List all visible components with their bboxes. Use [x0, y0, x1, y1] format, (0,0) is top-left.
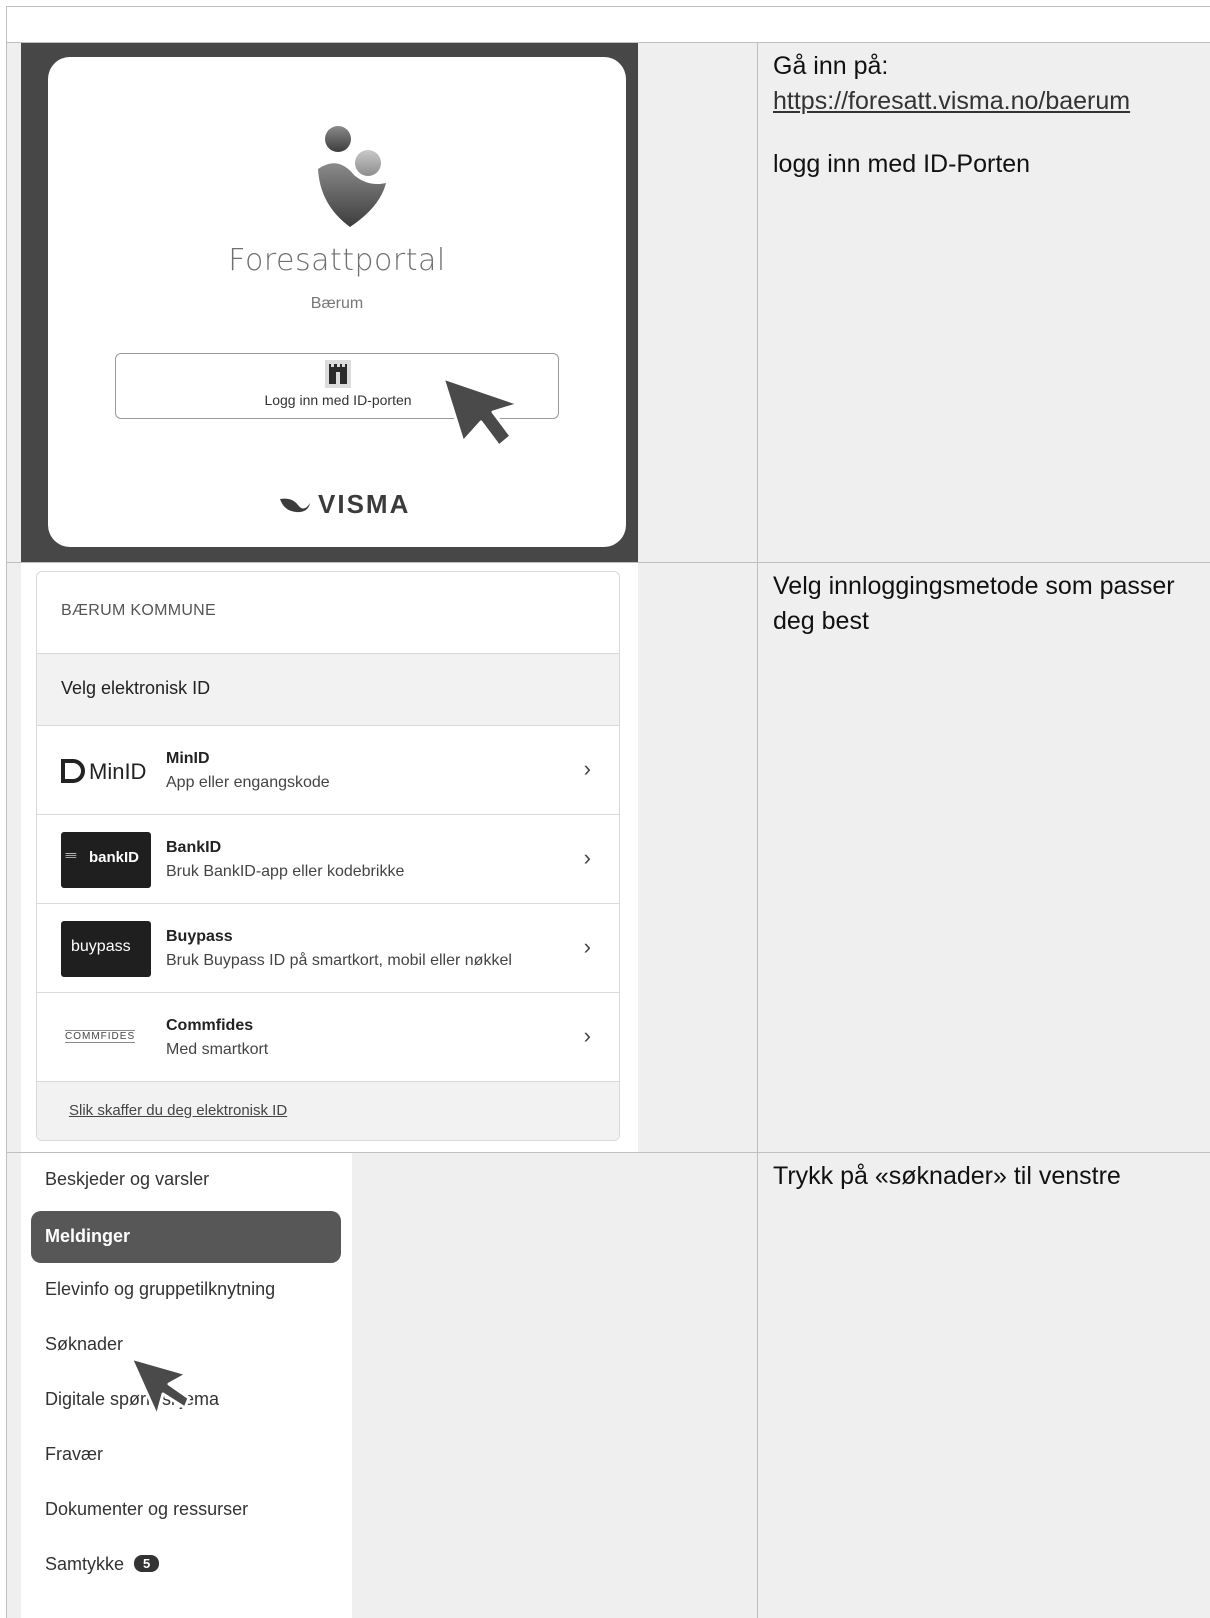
idporten-screenshot: BÆRUM KOMMUNE Velg elektronisk ID MinID …	[21, 563, 638, 1152]
instruction-cell: Gå inn på: https://foresatt.visma.no/bae…	[758, 43, 1210, 562]
screenshot-cell: BÆRUM KOMMUNE Velg elektronisk ID MinID …	[7, 563, 758, 1152]
sidebar-item-elevinfo[interactable]: Elevinfo og gruppetilknytning	[31, 1263, 341, 1317]
foresatt-link[interactable]: https://foresatt.visma.no/baerum	[773, 84, 1210, 119]
sidebar-item-meldinger[interactable]: Meldinger	[31, 1211, 341, 1263]
mouse-cursor-icon	[129, 1356, 191, 1418]
bankid-bars-icon: ≡≡	[65, 850, 77, 862]
mouse-cursor-icon	[441, 376, 521, 448]
table-row: Foresattportal Bærum Logg inn med ID-por…	[7, 43, 1210, 563]
id-selection-panel: BÆRUM KOMMUNE Velg elektronisk ID MinID …	[36, 571, 620, 1141]
eid-option-buypass[interactable]: buypass Buypass Bruk Buypass ID på smart…	[37, 904, 619, 993]
portal-subtitle: Bærum	[310, 295, 364, 312]
option-description: Bruk BankID-app eller kodebrikke	[166, 863, 405, 880]
instruction-text: logg inn med ID-Porten	[773, 150, 1031, 178]
option-name: Buypass	[166, 928, 233, 945]
visma-swoosh-icon	[280, 498, 310, 513]
chevron-right-icon: ›	[583, 1023, 591, 1048]
count-badge: 5	[134, 1555, 160, 1572]
municipality-header: BÆRUM KOMMUNE	[37, 572, 619, 654]
table-row: BÆRUM KOMMUNE Velg elektronisk ID MinID …	[7, 563, 1210, 1153]
option-description: App eller engangskode	[166, 774, 330, 791]
visma-wordmark: VISMA	[318, 489, 411, 519]
sidebar-item-fravaer[interactable]: Fravær	[31, 1428, 341, 1482]
chevron-right-icon: ›	[583, 934, 591, 959]
get-eid-link[interactable]: Slik skaffer du deg elektronisk ID	[69, 1102, 287, 1119]
sidebar-item-label: Samtykke	[45, 1554, 125, 1574]
sidebar-item-samtykke[interactable]: Samtykke 5	[31, 1538, 341, 1592]
instruction-table: Foresattportal Bærum Logg inn med ID-por…	[6, 6, 1210, 1618]
bankid-logo-text: bankID	[89, 849, 140, 866]
screenshot-cell: Foresattportal Bærum Logg inn med ID-por…	[7, 43, 758, 562]
table-row: Beskjeder og varsler Meldinger Elevinfo …	[7, 1153, 1210, 1618]
chevron-right-icon: ›	[583, 845, 591, 870]
idporten-icon	[325, 360, 351, 388]
instruction-cell: Velg innloggingsmetode som passer deg be…	[758, 563, 1210, 1152]
foresattportal-logo-icon	[318, 126, 386, 227]
option-name: MinID	[166, 750, 210, 767]
screenshot-cell: Beskjeder og varsler Meldinger Elevinfo …	[7, 1153, 758, 1618]
buypass-logo: buypass	[61, 921, 151, 977]
portal-title: Foresattportal	[228, 243, 446, 278]
chevron-right-icon: ›	[583, 756, 591, 781]
instruction-text: Velg innloggingsmetode som passer deg be…	[773, 572, 1175, 635]
commfides-logo: COMMFIDES	[61, 1010, 151, 1066]
instruction-cell: Trykk på «søknader» til venstre	[758, 1153, 1210, 1618]
eid-option-commfides[interactable]: COMMFIDES Commfides Med smartkort ›	[37, 993, 619, 1082]
table-header-row	[7, 7, 1210, 43]
sidebar-screenshot: Beskjeder og varsler Meldinger Elevinfo …	[21, 1153, 352, 1618]
login-card: Foresattportal Bærum Logg inn med ID-por…	[48, 57, 626, 547]
instruction-text: Trykk på «søknader» til venstre	[773, 1162, 1121, 1190]
option-description: Bruk Buypass ID på smartkort, mobil elle…	[166, 952, 512, 969]
option-description: Med smartkort	[166, 1041, 269, 1058]
foresattportal-screenshot: Foresattportal Bærum Logg inn med ID-por…	[21, 43, 638, 562]
commfides-logo-text: COMMFIDES	[65, 1030, 136, 1043]
buypass-logo-text: buypass	[71, 938, 131, 955]
bankid-logo: ≡≡ bankID	[61, 832, 151, 888]
option-name: BankID	[166, 839, 222, 856]
sidebar-item-dokumenter[interactable]: Dokumenter og ressurser	[31, 1483, 341, 1537]
minid-logo: MinID	[61, 743, 151, 799]
option-name: Commfides	[166, 1017, 254, 1034]
minid-logo-text: MinID	[89, 759, 147, 784]
visma-logo: VISMA	[278, 489, 408, 519]
idp-footer: Slik skaffer du deg elektronisk ID	[37, 1082, 619, 1140]
choose-eid-label: Velg elektronisk ID	[37, 654, 619, 726]
eid-option-minid[interactable]: MinID MinID App eller engangskode ›	[37, 726, 619, 815]
sidebar-item-beskjeder[interactable]: Beskjeder og varsler	[31, 1153, 341, 1207]
instruction-text: Gå inn på:	[773, 52, 889, 80]
eid-option-bankid[interactable]: ≡≡ bankID BankID Bruk BankID-app eller k…	[37, 815, 619, 904]
